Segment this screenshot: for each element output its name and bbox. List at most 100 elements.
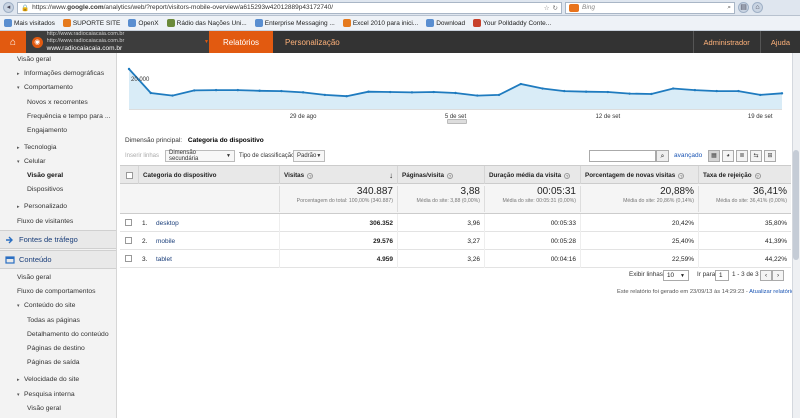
select-all-checkbox[interactable] xyxy=(125,172,133,179)
address-bar[interactable]: 🔒 https://www.google.com/analytics/web/?… xyxy=(17,1,562,14)
sidebar-item-devices[interactable]: Dispositivos xyxy=(0,183,116,196)
bookmark-item[interactable]: Download xyxy=(426,19,465,27)
row-checkbox[interactable] xyxy=(125,237,132,244)
table-filter-input[interactable] xyxy=(589,150,656,162)
bookmark-item[interactable]: Your Polldaddy Conte... xyxy=(473,19,551,27)
bookmark-item[interactable]: Mais visitados xyxy=(4,19,55,27)
chart-point[interactable] xyxy=(367,90,370,93)
account-selector[interactable]: ◉ http://www.radiocaiacaia.com.br http:/… xyxy=(26,31,209,53)
help-link[interactable]: Ajuda xyxy=(759,31,800,53)
chart-point[interactable] xyxy=(715,89,718,93)
chart-point[interactable] xyxy=(258,89,261,92)
bookmark-item[interactable]: OpenX xyxy=(128,19,159,27)
performance-view-icon[interactable]: ≣ xyxy=(736,150,748,162)
sidebar-item-behavior[interactable]: ▾ Comportamento xyxy=(0,81,116,94)
chart-point[interactable] xyxy=(389,90,392,94)
refresh-report-link[interactable]: Atualizar relatório xyxy=(749,289,794,295)
sidebar-item-overview[interactable]: Visão geral xyxy=(0,53,116,66)
next-page-icon[interactable]: › xyxy=(772,270,784,281)
chart-point[interactable] xyxy=(606,90,610,94)
chart-point[interactable] xyxy=(193,89,196,92)
chart-point[interactable] xyxy=(737,89,740,93)
pie-view-icon[interactable]: ◕ xyxy=(722,150,734,162)
admin-link[interactable]: Administrador xyxy=(692,31,760,53)
search-engine-icon[interactable] xyxy=(569,3,579,12)
sidebar-item-new-vs-returning[interactable]: Novos x recorrentes xyxy=(0,96,116,109)
home-icon[interactable]: ⌂ xyxy=(752,2,763,13)
row-device-category[interactable]: tablet xyxy=(156,250,279,268)
sidebar-item-custom[interactable]: ▸ Personalizado xyxy=(0,200,116,213)
chart-point[interactable] xyxy=(563,89,566,93)
sidebar-item-demographics[interactable]: ▸ Informações demográficas xyxy=(0,67,116,80)
plot-rows-button[interactable]: Inserir linhas xyxy=(125,153,159,159)
chart-point[interactable] xyxy=(323,93,327,97)
home-icon[interactable]: ⌂ xyxy=(0,31,26,53)
chart-point[interactable] xyxy=(497,93,501,97)
bookmark-item[interactable]: Enterprise Messaging ... xyxy=(254,19,335,27)
sidebar-item-content-overview[interactable]: Visão geral xyxy=(0,271,116,284)
scrollbar-thumb[interactable] xyxy=(793,150,799,260)
sidebar-item-site-search[interactable]: ▾ Pesquisa interna xyxy=(0,388,116,401)
chart-point[interactable] xyxy=(454,91,457,95)
chart-point[interactable] xyxy=(650,92,653,96)
bookmark-item[interactable]: Rádio das Nações Uni... xyxy=(166,19,247,27)
chart-point[interactable] xyxy=(236,88,240,92)
help-icon[interactable]: ? xyxy=(754,172,761,179)
bookmark-item[interactable]: SUPORTE SITE xyxy=(62,19,120,27)
chart-point[interactable] xyxy=(780,92,784,95)
sidebar-item-search-overview[interactable]: Visão geral xyxy=(0,402,116,415)
column-header-device-category[interactable]: Categoria do dispositivo xyxy=(138,166,279,185)
bookmark-menu-icon[interactable]: ▤ xyxy=(738,2,749,13)
search-icon[interactable]: ⌕ xyxy=(656,150,669,162)
help-icon[interactable]: ? xyxy=(678,172,685,179)
tab-reports[interactable]: Relatórios xyxy=(209,31,274,53)
chart-point[interactable] xyxy=(476,94,479,97)
chart-point[interactable] xyxy=(541,87,544,90)
star-icon[interactable]: ☆ xyxy=(544,4,550,12)
sidebar-item-site-speed[interactable]: ▸ Velocidade do site xyxy=(0,373,116,386)
bookmark-item[interactable]: Excel 2010 para inici... xyxy=(342,19,418,27)
sort-type-dropdown[interactable]: Padrão ▼ xyxy=(293,150,325,162)
show-rows-select[interactable]: 10 ▼ xyxy=(663,270,689,281)
sidebar-item-engagement[interactable]: Engajamento xyxy=(0,124,116,137)
chart-point[interactable] xyxy=(671,87,675,90)
primary-dimension-link[interactable]: Categoria do dispositivo xyxy=(188,137,264,144)
sidebar-item-landing-pages[interactable]: Páginas de destino xyxy=(0,342,116,355)
row-device-category[interactable]: desktop xyxy=(156,214,279,232)
secondary-dimension-dropdown[interactable]: Dimensão secundária ▼ xyxy=(165,150,235,162)
chart-point[interactable] xyxy=(301,91,305,94)
column-header-bounce-rate[interactable]: Taxa de rejeição? xyxy=(698,166,791,185)
chart-point[interactable] xyxy=(171,94,174,97)
sidebar-item-frequency[interactable]: Frequência e tempo para ... xyxy=(0,110,116,123)
help-icon[interactable]: ? xyxy=(564,172,571,179)
sidebar-item-mobile[interactable]: ▾ Celular xyxy=(0,155,116,168)
chart-point[interactable] xyxy=(628,92,631,95)
chart-point[interactable] xyxy=(345,95,348,98)
chart-point[interactable] xyxy=(432,90,435,94)
chart-point[interactable] xyxy=(759,93,762,97)
column-header-avg-duration[interactable]: Duração média da visita? xyxy=(484,166,580,185)
chart-point[interactable] xyxy=(280,89,283,93)
chart-point[interactable] xyxy=(519,82,522,86)
magnifier-icon[interactable]: ⌕ xyxy=(727,4,731,12)
column-header-pages-per-visit[interactable]: Páginas/visita? xyxy=(397,166,484,185)
advanced-filter-link[interactable]: avançado xyxy=(674,152,702,159)
column-header-new-visits[interactable]: Porcentagem de novas visitas? xyxy=(580,166,698,185)
table-view-icon[interactable]: ▦ xyxy=(708,150,720,162)
chart-point[interactable] xyxy=(149,91,152,95)
column-header-visits[interactable]: Visitas? ↓ xyxy=(279,166,397,185)
sidebar-item-exit-pages[interactable]: Páginas de saída xyxy=(0,356,116,369)
goto-page-input[interactable]: 1 xyxy=(715,270,729,281)
sidebar-item-behavior-flow[interactable]: Fluxo de comportamentos xyxy=(0,285,116,298)
comparison-view-icon[interactable]: ⇆ xyxy=(750,150,762,162)
tab-customization[interactable]: Personalização xyxy=(273,31,352,53)
sidebar-item-mobile-overview[interactable]: Visão geral xyxy=(0,169,116,182)
chart-point[interactable] xyxy=(214,88,218,92)
row-checkbox[interactable] xyxy=(125,255,132,262)
chart-point[interactable] xyxy=(410,91,414,94)
sidebar-section-traffic-sources[interactable]: Fontes de tráfego xyxy=(0,230,116,249)
pivot-view-icon[interactable]: ⊞ xyxy=(764,150,776,162)
chart-resize-handle[interactable] xyxy=(447,119,467,124)
row-checkbox[interactable] xyxy=(125,219,132,226)
chart-point[interactable] xyxy=(693,88,697,92)
